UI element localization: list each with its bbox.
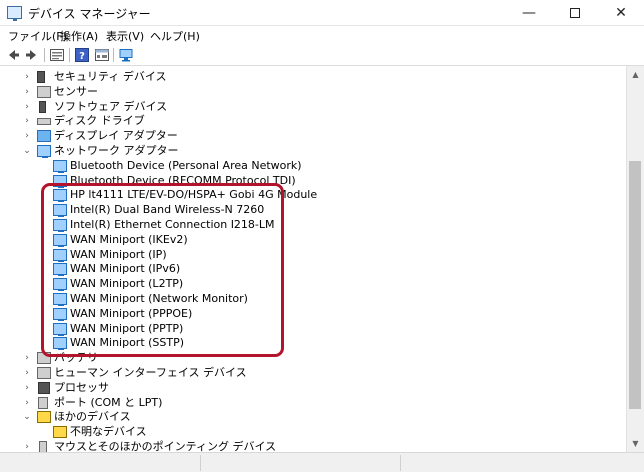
tree-item-label: ネットワーク アダプター [54, 144, 179, 157]
tree-item-bluetooth-pan[interactable]: Bluetooth Device (Personal Area Network) [0, 159, 626, 174]
security-device-icon [37, 71, 45, 83]
expand-arrow-icon[interactable]: › [22, 114, 32, 128]
properties-icon[interactable] [49, 47, 65, 63]
back-arrow-icon[interactable] [5, 47, 21, 63]
device-manager-app-icon [7, 6, 22, 21]
tree-category-other-devices[interactable]: ⌄ ほかのデバイス [0, 410, 626, 425]
toolbar-separator [113, 48, 114, 62]
window-title: デバイス マネージャー [28, 7, 151, 21]
expand-arrow-icon[interactable]: › [22, 440, 32, 452]
menu-file[interactable]: ファイル(F) [8, 28, 67, 44]
expand-arrow-icon[interactable]: › [22, 100, 32, 114]
expand-arrow-icon[interactable]: › [22, 381, 32, 395]
tree-item-label: マウスとそのほかのポインティング デバイス [54, 440, 277, 452]
other-device-icon [37, 411, 51, 424]
minimize-button[interactable]: — [506, 0, 552, 26]
expand-arrow-icon[interactable]: › [22, 351, 32, 365]
vertical-scrollbar[interactable]: ▲ ▼ [626, 66, 644, 452]
tree-category-hid[interactable]: › ヒューマン インターフェイス デバイス [0, 366, 626, 381]
help-icon[interactable]: ? [74, 47, 90, 63]
tree-item-label: プロセッサ [54, 380, 109, 394]
processor-icon [38, 381, 50, 394]
collapse-arrow-icon[interactable]: ⌄ [22, 410, 32, 424]
network-adapter-icon [37, 145, 51, 158]
tree-item-label: センサー [54, 84, 98, 98]
tree-item-label: ヒューマン インターフェイス デバイス [54, 366, 247, 379]
maximize-icon [570, 8, 580, 18]
close-button[interactable]: ✕ [598, 0, 644, 26]
title-bar: デバイス マネージャー — ✕ [0, 0, 644, 26]
scroll-down-arrow-icon[interactable]: ▼ [627, 435, 644, 452]
network-icon [53, 159, 67, 173]
tree-category-ports[interactable]: › ポート (COM と LPT) [0, 396, 626, 411]
tree-category-processors[interactable]: › プロセッサ [0, 381, 626, 396]
annotation-highlight-box [41, 183, 284, 357]
tree-item-label: ディスプレイ アダプター [54, 129, 178, 143]
svg-text:?: ? [79, 51, 85, 62]
status-bar [0, 452, 644, 472]
toolbar-separator [44, 48, 45, 62]
expand-arrow-icon[interactable]: › [22, 85, 32, 99]
tree-category-display-adapters[interactable]: › ディスプレイ アダプター [0, 129, 626, 144]
hid-icon [37, 367, 51, 379]
menu-help[interactable]: ヘルプ(H) [150, 28, 200, 44]
scan-hardware-changes-icon[interactable] [118, 47, 134, 63]
display-adapter-icon [37, 130, 51, 143]
tree-item-unknown-device[interactable]: 不明なデバイス [0, 425, 626, 440]
port-icon [38, 396, 48, 409]
sensor-icon [37, 85, 51, 98]
maximize-button[interactable] [552, 0, 598, 26]
menu-view[interactable]: 表示(V) [106, 28, 144, 44]
menu-bar: ファイル(F) 操作(A) 表示(V) ヘルプ(H) [0, 26, 644, 45]
tree-category-sensors[interactable]: › センサー [0, 85, 626, 100]
toolbar: ? [0, 45, 644, 66]
tree-category-disk-drives[interactable]: › ディスク ドライブ [0, 114, 626, 129]
status-divider [400, 455, 401, 471]
menu-action[interactable]: 操作(A) [60, 28, 98, 44]
unknown-device-warning-icon [53, 426, 67, 439]
scrollbar-thumb[interactable] [629, 161, 641, 409]
tree-category-network-adapters[interactable]: ⌄ ネットワーク アダプター [0, 144, 626, 159]
collapse-arrow-icon[interactable]: ⌄ [22, 144, 32, 158]
forward-arrow-icon[interactable] [24, 47, 40, 63]
tree-item-label: ほかのデバイス [54, 410, 131, 424]
status-divider [200, 455, 201, 471]
expand-arrow-icon[interactable]: › [22, 366, 32, 380]
tree-category-security-devices[interactable]: › セキュリティ デバイス [0, 70, 626, 85]
expand-arrow-icon[interactable]: › [22, 70, 32, 84]
tree-item-label: セキュリティ デバイス [54, 70, 167, 83]
tree-item-label: ソフトウェア デバイス [54, 99, 168, 113]
view-icon[interactable] [94, 47, 110, 63]
disk-drive-icon [37, 118, 51, 126]
tree-item-label: 不明なデバイス [70, 425, 147, 439]
mouse-icon [39, 441, 47, 452]
expand-arrow-icon[interactable]: › [22, 396, 32, 410]
tree-item-label: ディスク ドライブ [54, 114, 145, 128]
tree-item-label: Bluetooth Device (Personal Area Network) [70, 158, 302, 172]
tree-category-mice[interactable]: › マウスとそのほかのポインティング デバイス [0, 440, 626, 452]
scroll-up-arrow-icon[interactable]: ▲ [627, 66, 644, 83]
tree-item-label: ポート (COM と LPT) [54, 395, 163, 409]
software-device-icon [39, 100, 46, 113]
expand-arrow-icon[interactable]: › [22, 129, 32, 143]
toolbar-separator [69, 48, 70, 62]
tree-category-software-devices[interactable]: › ソフトウェア デバイス [0, 100, 626, 115]
